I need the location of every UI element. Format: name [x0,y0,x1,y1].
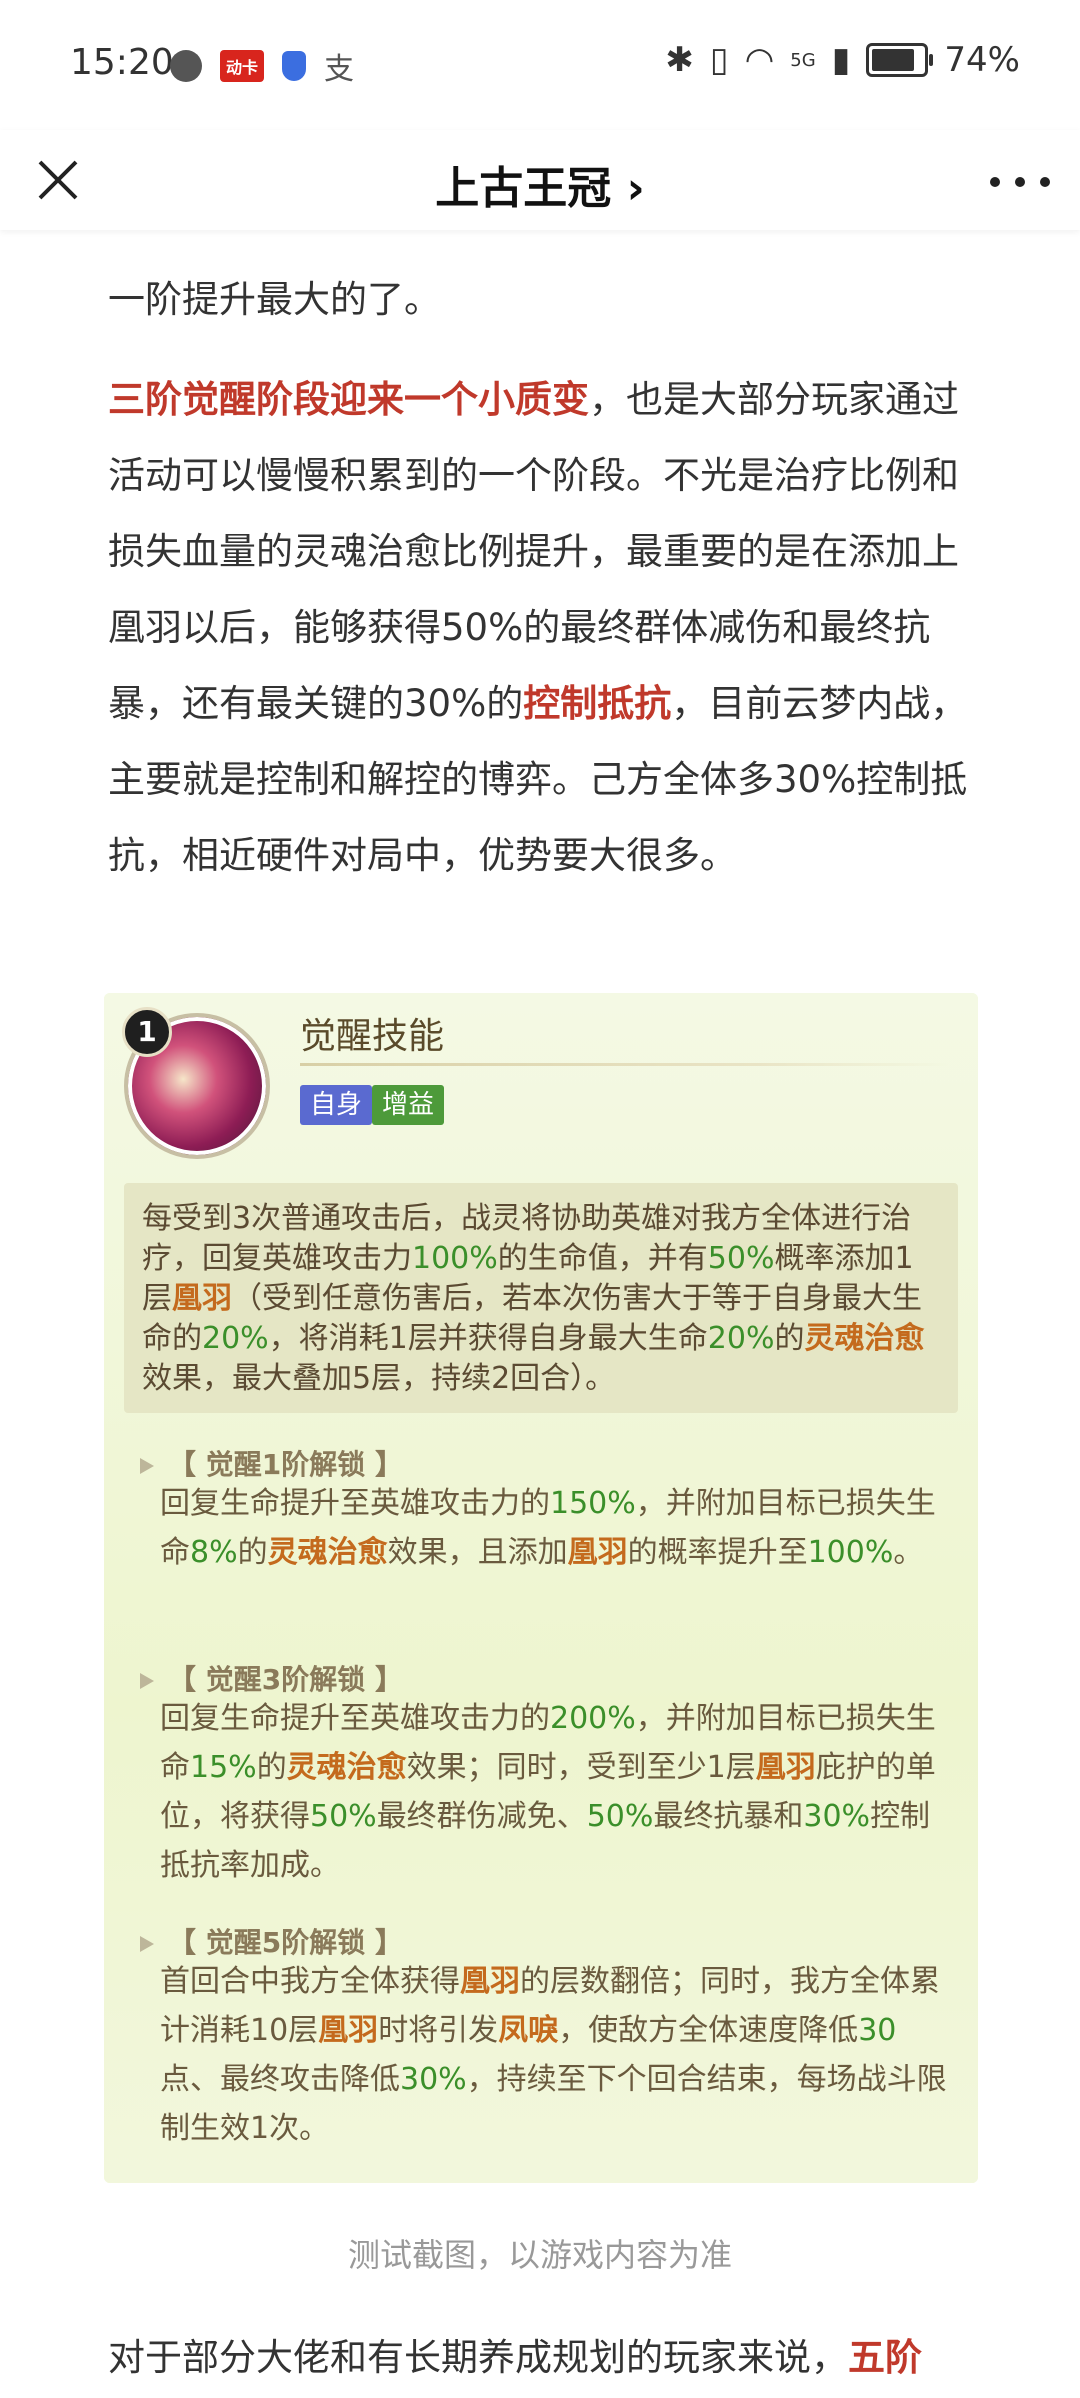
shield-icon [282,51,307,81]
paragraph-2-text-a: ，也是大部分玩家通过活动可以慢慢积累到的一个阶段。不光是治疗比例和损失血量的灵魂… [108,378,959,725]
status-time: 15:20 [70,42,174,83]
desc-value: 100% [412,1241,498,1276]
paragraph-3: 对于部分大佬和有长期养成规划的玩家来说，五阶 [108,2320,988,2396]
paragraph-3-text: 对于部分大佬和有长期养成规划的玩家来说， [108,2336,848,2379]
unlock-keyword: 凰羽 [460,1964,520,1999]
system-icons: ✱ ▯ ◠ 5G ▮ 74% [665,40,1020,80]
unlock-body: 首回合中我方全体获得凰羽的层数翻倍；同时，我方全体累计消耗10层凰羽时将引发凤唳… [160,1957,950,2153]
page-title[interactable]: 上古王冠 › [0,152,1080,216]
unlock-value: 15% [190,1750,257,1785]
wifi-icon: ◠ [744,40,775,80]
network-label: 5G [790,49,816,71]
battery-icon [866,43,934,77]
paragraph-2: 三阶觉醒阶段迎来一个小质变，也是大部分玩家通过活动可以慢慢积累到的一个阶段。不光… [108,362,978,894]
bullet-icon [140,1458,154,1474]
bullet-icon [140,1673,154,1689]
desc-keyword: 凰羽 [172,1281,232,1316]
desc-value: 20% [202,1321,269,1356]
unlock-heading-text: 【 觉醒5阶解锁 】 [168,1926,403,1959]
unlock-text: 最终群伤减免、 [376,1799,587,1834]
unlock-text: 回复生命提升至英雄攻击力的 [160,1486,550,1521]
unlock-text: 的 [256,1750,287,1785]
tag-self: 自身 [300,1085,373,1125]
paragraph-1: 一阶提升最大的了。 [108,262,441,338]
skill-card-image[interactable]: 1 觉醒技能 自身 增益 每受到3次普通攻击后，战灵将协助英雄对我方全体进行治疗… [104,993,978,2183]
signal-icon: ▮ [831,40,851,80]
unlock-value: 50% [310,1799,377,1834]
emphasis-text-3: 五阶 [848,2336,922,2379]
unlock-text: ，使敌方全体速度降低 [558,2013,859,2048]
skill-title: 觉醒技能 [300,1016,445,1057]
battery-fill [872,49,914,71]
emphasis-text-2: 控制抵抗 [523,682,672,725]
more-button[interactable] [990,162,1050,202]
desc-value: 50% [707,1241,775,1276]
unlock-heading-text: 【 觉醒1阶解锁 】 [168,1448,403,1481]
desc-text: 的 [774,1321,805,1356]
unlock-text: 。 [893,1535,924,1570]
unlock-text: 回复生命提升至英雄攻击力的 [160,1701,550,1736]
unlock-value: 100% [807,1535,894,1570]
unlock-heading: 【 觉醒3阶解锁 】 [140,1658,403,1698]
unlock-value: 50% [586,1799,654,1834]
unlock-keyword: 凰羽 [318,2013,379,2048]
unlock-text: 首回合中我方全体获得 [160,1964,460,1999]
unlock-heading: 【 觉醒1阶解锁 】 [140,1443,403,1483]
unlock-value: 200% [550,1701,636,1736]
unlock-value: 30 [858,2013,897,2048]
unlock-value: 30% [400,2062,467,2097]
bluetooth-icon: ✱ [665,40,694,80]
unlock-text: 点、最终攻击降低 [160,2062,400,2097]
skill-level-badge: 1 [122,1007,172,1057]
notification-icons: 动卡 支 [170,44,354,88]
unlock-heading: 【 觉醒5阶解锁 】 [140,1921,403,1961]
unlock-text: 的概率提升至 [627,1535,808,1570]
unlock-text: 时将引发 [378,2013,499,2048]
unlock-keyword: 灵魂治愈 [267,1535,388,1570]
unlock-value: 150% [550,1486,636,1521]
vibrate-icon: ▯ [709,40,729,80]
image-caption: 测试截图，以游戏内容为准 [347,2236,732,2274]
unlock-text: 效果；同时，受到至少1层 [406,1750,756,1785]
unlock-text: 最终抗暴和 [653,1799,804,1834]
battery-percent: 74% [944,40,1020,80]
status-bar: 15:20 动卡 支 ✱ ▯ ◠ 5G ▮ 74% [0,0,1080,130]
tag-buff: 增益 [372,1085,445,1125]
more-dot-icon [1040,177,1050,187]
desc-keyword: 灵魂治愈 [804,1321,925,1356]
desc-text: 效果，最大叠加5层，持续2回合）。 [142,1361,616,1396]
unlock-keyword: 凰羽 [567,1535,628,1570]
alipay-icon: 支 [324,52,355,87]
unlock-body: 回复生命提升至英雄攻击力的200%，并附加目标已损失生命15%的灵魂治愈效果；同… [160,1694,950,1890]
paragraph-1-tail: 一阶提升最大的了。 [108,278,441,321]
bullet-icon [140,1936,154,1952]
title-divider [300,1063,950,1066]
more-dot-icon [1015,177,1025,187]
unlock-keyword: 凰羽 [755,1750,816,1785]
message-icon [170,50,202,82]
news-app-icon: 动卡 [220,50,265,82]
unlock-keyword: 灵魂治愈 [286,1750,407,1785]
unlock-body: 回复生命提升至英雄攻击力的150%，并附加目标已损失生命8%的灵魂治愈效果，且添… [160,1479,950,1577]
skill-description: 每受到3次普通攻击后，战灵将协助英雄对我方全体进行治疗，回复英雄攻击力100%的… [124,1183,958,1413]
unlock-text: 效果，且添加 [387,1535,568,1570]
unlock-value: 8% [190,1535,238,1570]
unlock-value: 30% [803,1799,871,1834]
nav-bar: 上古王冠 › [0,130,1080,230]
unlock-heading-text: 【 觉醒3阶解锁 】 [168,1663,403,1696]
desc-text: ，将消耗1层并获得自身最大生命 [268,1321,708,1356]
more-dot-icon [990,177,1000,187]
desc-value: 20% [707,1321,775,1356]
unlock-keyword: 凤唳 [498,2013,559,2048]
emphasis-text: 三阶觉醒阶段迎来一个小质变 [108,378,589,421]
unlock-text: 的 [237,1535,268,1570]
desc-text: 的生命值，并有 [497,1241,708,1276]
